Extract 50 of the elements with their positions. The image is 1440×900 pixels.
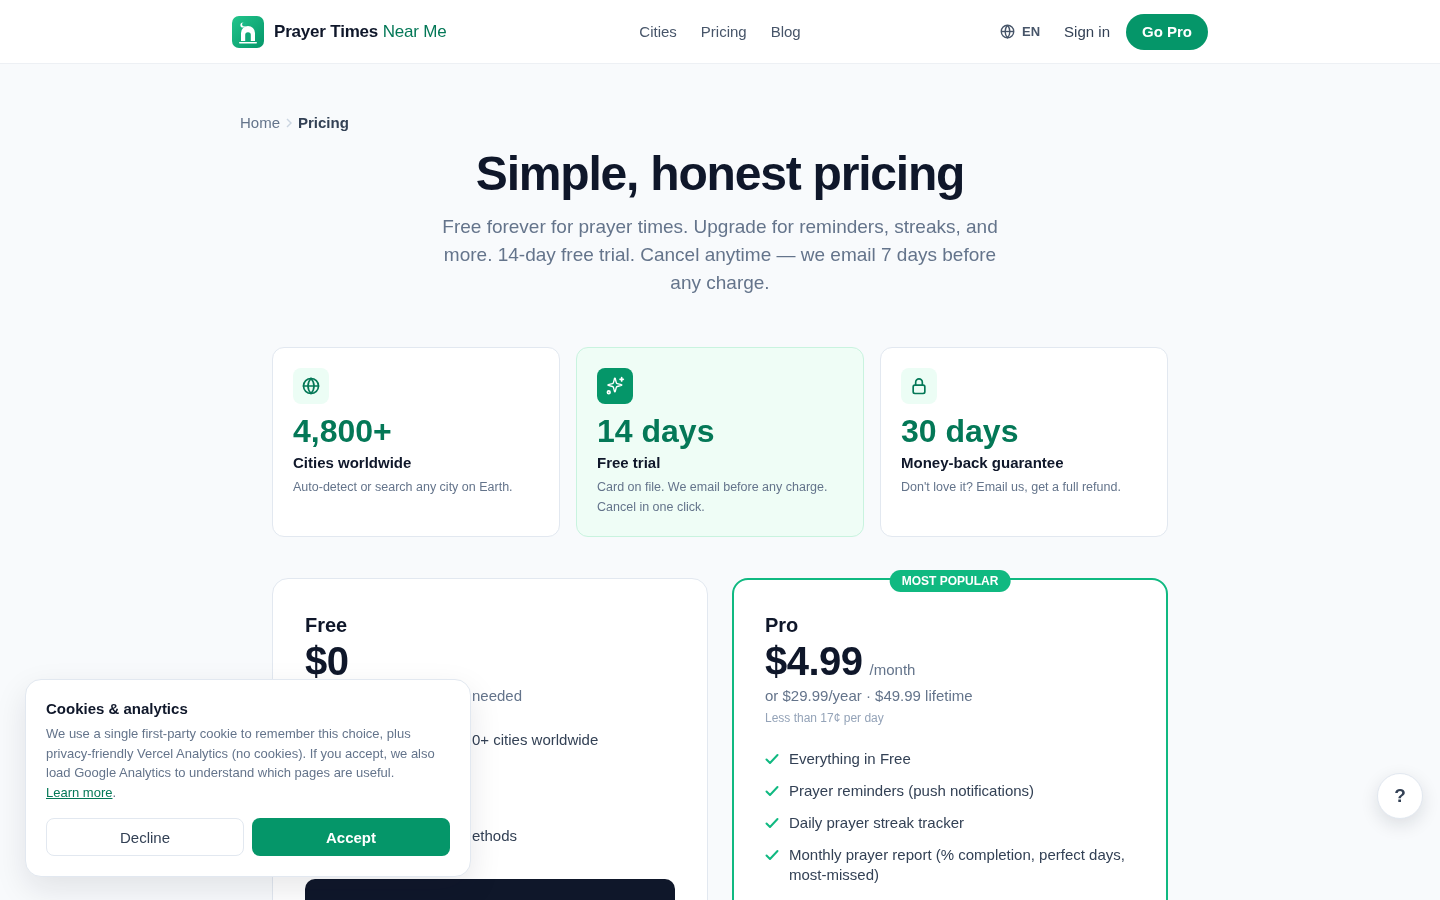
check-icon [765, 816, 779, 830]
price-period: /month [869, 661, 916, 678]
feature-text: Everything in Free [789, 749, 911, 769]
plan-name: Free [305, 613, 349, 638]
check-icon [765, 752, 779, 766]
cookie-text: We use a single first-party cookie to remember this choice, plus privacy-friendly Vercel Analytics (no cookies). If you accept, we also load Google Analytics to understand which pages are useful. Learn more. [46, 725, 436, 802]
cookie-title: Cookies & analytics [46, 699, 189, 719]
stat-value: 14 days [597, 412, 716, 451]
sign-in-link[interactable]: Sign in [1064, 23, 1110, 40]
alt-price: or $29.99/year · $49.99 lifetime [765, 686, 974, 706]
stat-description: Don't love it? Email us, get a full refund. [901, 479, 1122, 496]
page-subtitle: Free forever for prayer times. Upgrade for reminders, streaks, and more. 14-day free trial. Cancel anytime — we email 7 days before any charge. [441, 215, 999, 295]
globe-icon [1000, 24, 1016, 39]
nav-link[interactable]: Pricing [700, 23, 747, 40]
plan-name: Pro [765, 613, 800, 638]
language-button[interactable]: EN [1000, 24, 1041, 39]
feature-text: Daily prayer streak tracker [789, 813, 965, 833]
feature-text: Monthly prayer report (% completion, perfect days, most-missed) [789, 845, 1126, 885]
sparkle-icon [597, 368, 633, 404]
mosque-logo-icon[interactable] [232, 15, 264, 48]
check-icon [765, 784, 779, 798]
stat-label: Free trial [597, 453, 662, 473]
chevron-icon [286, 118, 292, 128]
stat-value: 4,800+ [293, 412, 393, 451]
price-note: Less than 17¢ per day [765, 710, 885, 727]
page-title: Simple, honest pricing [474, 146, 966, 202]
feature-text: 0+ cities worldwide [472, 730, 599, 750]
check-icon [765, 848, 779, 862]
feature-text: Prayer reminders (push notifications) [789, 781, 1035, 801]
plan-price: $0 [305, 644, 349, 678]
breadcrumb-item: Pricing [298, 114, 349, 132]
popular-badge: MOST POPULAR [889, 570, 1011, 592]
alt-price: needed [472, 686, 524, 706]
stat-value: 30 days [901, 412, 1020, 451]
nav-link[interactable]: Blog [770, 23, 801, 40]
accept-button[interactable]: Accept [252, 818, 450, 856]
go-pro-button[interactable]: Go Pro [1126, 13, 1208, 50]
globe-icon [293, 368, 329, 404]
nav-link[interactable]: Cities [639, 23, 677, 40]
stat-description: Auto-detect or search any city on Earth. [293, 479, 514, 496]
feature-text: ethods [472, 826, 518, 846]
stat-label: Money-back guarantee [901, 453, 1065, 473]
help-button[interactable]: ? [1377, 773, 1423, 819]
stat-description: Card on file. We email before any charge. Cancel in one click. [597, 479, 829, 516]
lock-icon [901, 368, 937, 404]
stat-label: Cities worldwide [293, 453, 413, 473]
decline-button[interactable]: Decline [46, 818, 244, 856]
brand-name[interactable]: Prayer Times Near Me [274, 21, 447, 42]
breadcrumb-item[interactable]: Home [240, 114, 280, 132]
plan-price: $4.99 [765, 644, 863, 678]
